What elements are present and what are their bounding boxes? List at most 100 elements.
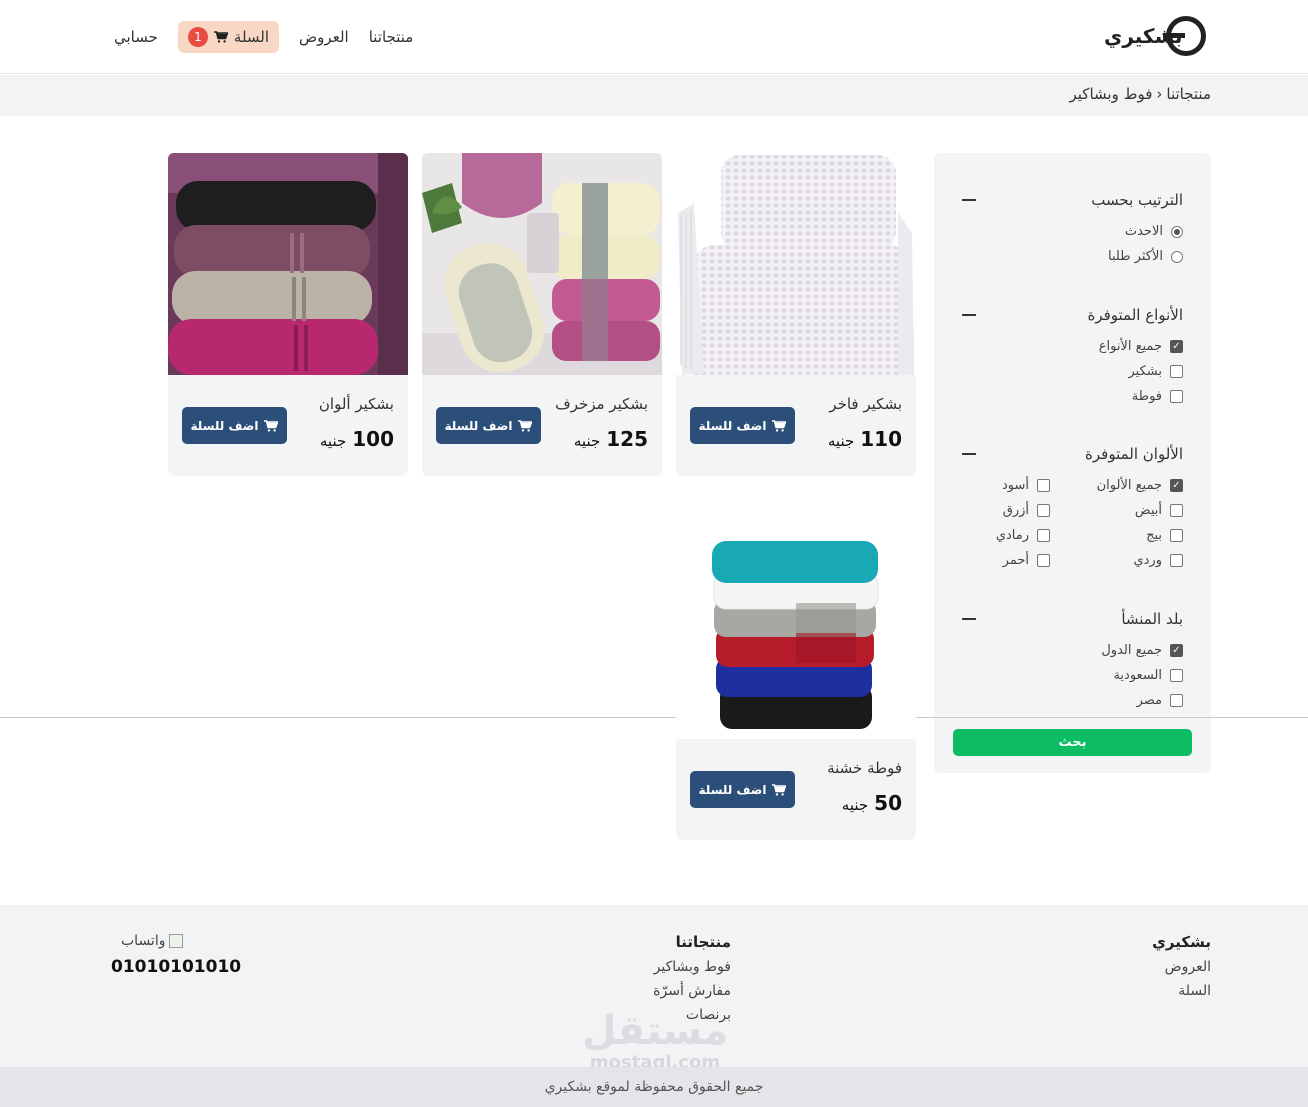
checkbox[interactable] <box>1037 554 1050 567</box>
color-option-all[interactable]: ✓ جميع الألوان <box>1097 478 1183 493</box>
type-option-bashkir[interactable]: بشكير <box>1129 364 1183 379</box>
checkbox[interactable] <box>1170 669 1183 682</box>
copyright-text: جميع الحقوق محفوظة لموقع بشكيري <box>544 1079 764 1095</box>
product-name[interactable]: بشكير مزخرف <box>555 395 648 413</box>
color-option-pink[interactable]: وردي <box>1133 553 1183 568</box>
price-currency: جنيه <box>573 432 601 450</box>
price-value: 125 <box>606 427 648 451</box>
cart-icon <box>264 419 279 432</box>
product-card[interactable]: بشكير مزخرف 125 جنيه اضف للسلة <box>422 153 662 476</box>
checkbox-checked-icon[interactable]: ✓ <box>1170 644 1183 657</box>
radio-most-ordered[interactable] <box>1171 250 1183 263</box>
product-card[interactable]: فوطة خشنة 50 جنيه اضف للسلة <box>676 517 916 840</box>
filter-panel: الترتيب بحسب الاحدث الأكثر طلبا الأنواع … <box>934 153 1211 773</box>
add-to-cart-label: اضف للسلة <box>190 418 259 433</box>
breadcrumb: منتجاتنا › فوط وبشاكير <box>1070 85 1212 103</box>
footer-phone[interactable]: 01010101010 <box>111 957 241 977</box>
checkbox[interactable] <box>1037 504 1050 517</box>
collapse-types-icon[interactable] <box>962 314 976 316</box>
product-card[interactable]: بشكير ألوان 100 جنيه اضف للسلة <box>168 153 408 476</box>
price-currency: جنيه <box>319 432 347 450</box>
nav-account[interactable]: حسابي <box>114 28 158 46</box>
add-to-cart-button[interactable]: اضف للسلة <box>436 407 541 444</box>
product-image-stacked-towels[interactable] <box>676 517 916 739</box>
product-image-colored-towels[interactable] <box>168 153 408 375</box>
product-price: 50 جنيه <box>842 791 902 815</box>
checkbox[interactable] <box>1170 554 1183 567</box>
collapse-colors-icon[interactable] <box>962 453 976 455</box>
origin-option-label: جميع الدول <box>1101 643 1162 658</box>
origin-option-egypt[interactable]: مصر <box>1137 693 1183 708</box>
add-to-cart-button[interactable]: اضف للسلة <box>182 407 287 444</box>
product-card[interactable]: بشكير فاخر 110 جنيه اضف للسلة <box>676 153 916 476</box>
color-option-label: أسود <box>1001 478 1029 493</box>
footer-link-cart[interactable]: السلة <box>1178 983 1211 999</box>
color-option-black[interactable]: أسود <box>1002 478 1050 493</box>
checkbox[interactable] <box>1170 694 1183 707</box>
site-footer: بشكيري العروض السلة منتجاتنا فوط وبشاكير… <box>0 905 1308 1067</box>
search-button[interactable]: بحث <box>953 729 1192 756</box>
product-name[interactable]: بشكير فاخر <box>829 395 902 413</box>
sort-option-newest[interactable]: الاحدث <box>1125 224 1183 239</box>
product-name[interactable]: بشكير ألوان <box>319 395 394 413</box>
type-option-towel[interactable]: فوطة <box>1132 389 1183 404</box>
breadcrumb-separator: › <box>1156 85 1163 103</box>
main-nav: منتجاتنا العروض السلة 1 حسابي <box>114 21 413 53</box>
product-price: 110 جنيه <box>828 427 902 451</box>
copyright-bar: جميع الحقوق محفوظة لموقع بشكيري <box>0 1067 1308 1107</box>
price-value: 50 <box>874 791 902 815</box>
origin-option-saudi[interactable]: السعودية <box>1113 668 1183 683</box>
filter-origin-title: بلد المنشأ <box>1121 610 1183 628</box>
breadcrumb-root[interactable]: منتجاتنا <box>1166 85 1211 103</box>
checkbox-checked-icon[interactable]: ✓ <box>1170 479 1183 492</box>
type-option-label: فوطة <box>1131 389 1162 404</box>
whatsapp-icon[interactable]: واتساب <box>121 933 184 949</box>
nav-cart-button[interactable]: السلة 1 <box>177 21 280 53</box>
checkbox[interactable] <box>1037 479 1050 492</box>
color-option-white[interactable]: أبيض <box>1135 503 1183 518</box>
checkbox[interactable] <box>1037 529 1050 542</box>
nav-offers[interactable]: العروض <box>299 28 349 46</box>
origin-option-all[interactable]: ✓ جميع الدول <box>1101 643 1183 658</box>
nav-products[interactable]: منتجاتنا <box>369 28 414 46</box>
sort-option-most-ordered[interactable]: الأكثر طلبا <box>1108 249 1183 264</box>
sort-option-label: الاحدث <box>1124 224 1163 239</box>
checkbox[interactable] <box>1170 365 1183 378</box>
filter-types-title: الأنواع المتوفرة <box>1087 306 1183 324</box>
checkbox[interactable] <box>1170 529 1183 542</box>
footer-link-offers[interactable]: العروض <box>1165 959 1211 975</box>
color-option-label: أحمر <box>1002 553 1029 568</box>
color-option-label: بيج <box>1146 528 1162 543</box>
product-name[interactable]: فوطة خشنة <box>827 759 902 777</box>
site-header: بشكيري منتجاتنا العروض السلة 1 حسابي <box>0 0 1308 74</box>
color-option-label: أزرق <box>1002 503 1029 518</box>
radio-newest[interactable] <box>1171 225 1183 238</box>
add-to-cart-button[interactable]: اضف للسلة <box>690 771 795 808</box>
collapse-origin-icon[interactable] <box>962 618 976 620</box>
whatsapp-alt-text: واتساب <box>121 933 166 949</box>
footer-products-title: منتجاتنا <box>675 933 731 951</box>
collapse-sort-icon[interactable] <box>962 199 976 201</box>
product-image-patterned-towels[interactable] <box>422 153 662 375</box>
color-option-red[interactable]: أحمر <box>1003 553 1050 568</box>
filter-colors-title: الألوان المتوفرة <box>1085 445 1183 463</box>
footer-link-bathrobes[interactable]: برنصات <box>686 1007 731 1023</box>
site-logo[interactable]: بشكيري <box>1104 16 1207 56</box>
cart-count-badge: 1 <box>187 27 208 47</box>
origin-option-label: السعودية <box>1113 668 1162 683</box>
product-image-white-towels[interactable] <box>676 153 916 375</box>
checkbox[interactable] <box>1170 504 1183 517</box>
footer-link-towels[interactable]: فوط وبشاكير <box>654 959 731 975</box>
add-to-cart-button[interactable]: اضف للسلة <box>690 407 795 444</box>
broken-image-icon <box>169 934 184 948</box>
color-option-grey[interactable]: رمادي <box>996 528 1050 543</box>
checkbox-checked-icon[interactable]: ✓ <box>1170 340 1183 353</box>
footer-link-bedsheets[interactable]: مفارش أسرّة <box>653 983 731 999</box>
color-option-beige[interactable]: بيج <box>1146 528 1183 543</box>
divider-line <box>0 717 1308 718</box>
checkbox[interactable] <box>1170 390 1183 403</box>
product-price: 100 جنيه <box>320 427 394 451</box>
type-option-all[interactable]: ✓ جميع الأنواع <box>1099 339 1183 354</box>
color-option-blue[interactable]: أزرق <box>1003 503 1050 518</box>
sort-option-label: الأكثر طلبا <box>1108 249 1163 264</box>
